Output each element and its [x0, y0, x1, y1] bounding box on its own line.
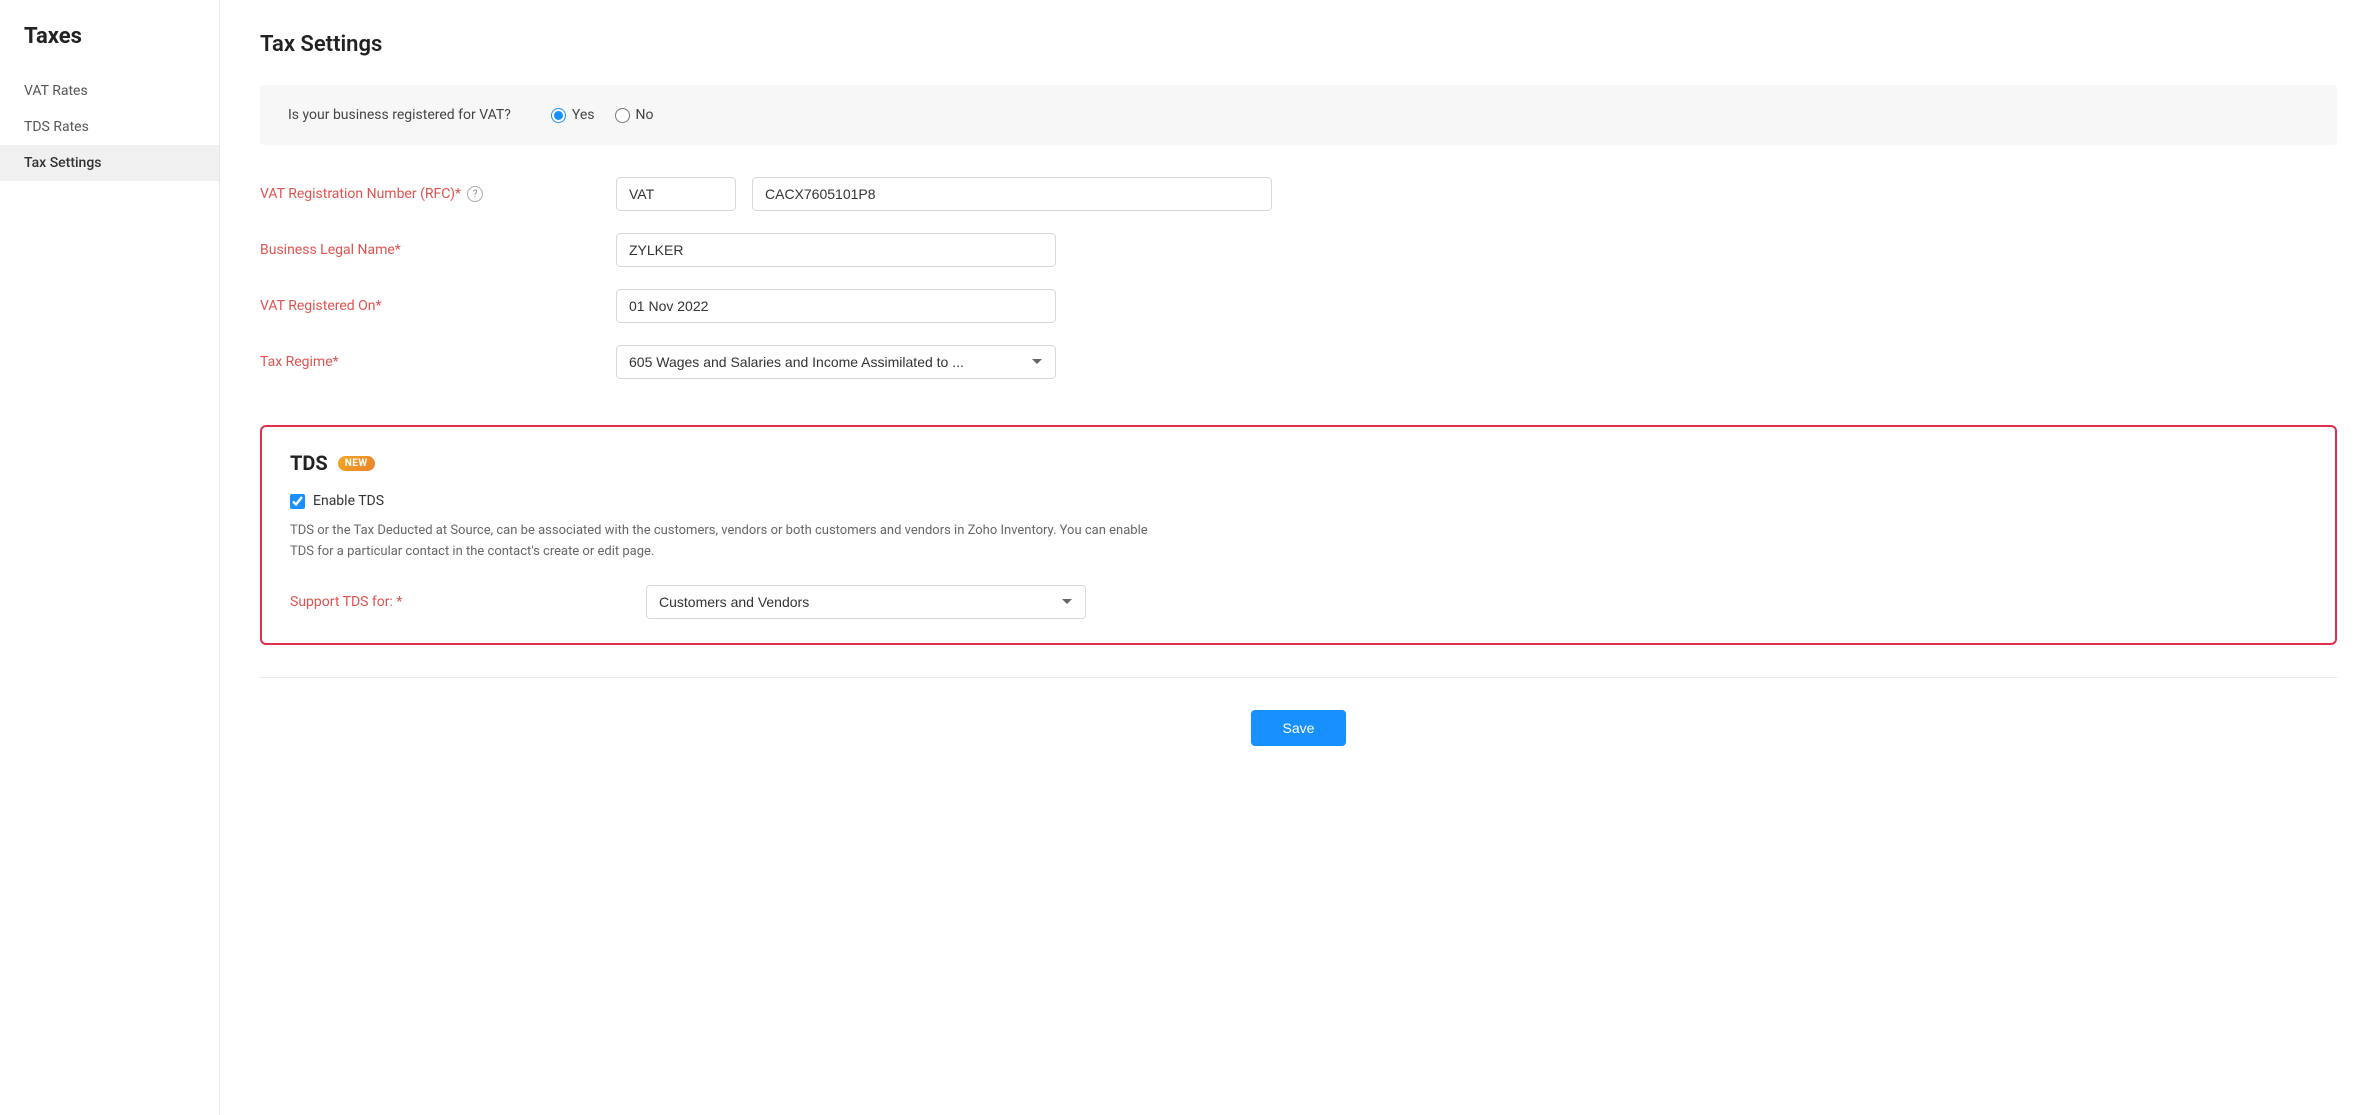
vat-yes-label: Yes [572, 107, 595, 123]
vat-number-input[interactable] [752, 177, 1272, 211]
business-legal-name-label: Business Legal Name* [260, 242, 600, 258]
tax-regime-row: Tax Regime* 605 Wages and Salaries and I… [260, 345, 2337, 379]
divider [260, 677, 2337, 678]
support-tds-select[interactable]: Customers and Vendors [646, 585, 1086, 619]
save-row: Save [260, 710, 2337, 746]
sidebar-item-tds-rates[interactable]: TDS Rates [0, 109, 219, 145]
business-legal-name-row: Business Legal Name* [260, 233, 2337, 267]
vat-registered-question: Is your business registered for VAT? [288, 107, 511, 123]
vat-radio-group: Yes No [551, 107, 654, 123]
main-content: Tax Settings Is your business registered… [220, 0, 2377, 1115]
enable-tds-checkbox[interactable] [290, 494, 305, 509]
tds-title: TDS [290, 451, 328, 475]
enable-tds-row: Enable TDS [290, 493, 2307, 509]
page-title: Tax Settings [260, 32, 2337, 57]
vat-registration-label: VAT Registration Number (RFC)* ? [260, 186, 600, 202]
vat-no-option[interactable]: No [615, 107, 654, 123]
tds-section: TDS NEW Enable TDS TDS or the Tax Deduct… [260, 425, 2337, 645]
vat-registered-on-label: VAT Registered On* [260, 298, 600, 314]
tds-header: TDS NEW [290, 451, 2307, 475]
sidebar-item-tax-settings[interactable]: Tax Settings [0, 145, 219, 181]
vat-yes-option[interactable]: Yes [551, 107, 595, 123]
vat-prefix-input[interactable] [616, 177, 736, 211]
sidebar-title: Taxes [0, 24, 219, 73]
sidebar-item-vat-rates[interactable]: VAT Rates [0, 73, 219, 109]
help-icon[interactable]: ? [467, 186, 483, 202]
sidebar: Taxes VAT Rates TDS Rates Tax Settings [0, 0, 220, 1115]
tax-regime-label: Tax Regime* [260, 354, 600, 370]
vat-registered-section: Is your business registered for VAT? Yes… [260, 85, 2337, 145]
support-tds-label: Support TDS for: * [290, 594, 630, 610]
vat-yes-radio[interactable] [551, 108, 566, 123]
vat-no-label: No [636, 107, 654, 123]
vat-registered-on-input[interactable] [616, 289, 1056, 323]
support-tds-row: Support TDS for: * Customers and Vendors [290, 585, 2307, 619]
vat-no-radio[interactable] [615, 108, 630, 123]
vat-registered-on-row: VAT Registered On* [260, 289, 2337, 323]
tax-regime-select[interactable]: 605 Wages and Salaries and Income Assimi… [616, 345, 1056, 379]
save-button[interactable]: Save [1251, 710, 1347, 746]
vat-registration-row: VAT Registration Number (RFC)* ? [260, 177, 2337, 211]
enable-tds-label[interactable]: Enable TDS [313, 493, 384, 509]
tds-description: TDS or the Tax Deducted at Source, can b… [290, 521, 1150, 563]
tds-new-badge: NEW [338, 456, 375, 471]
form-section: VAT Registration Number (RFC)* ? Busines… [260, 177, 2337, 425]
business-legal-name-input[interactable] [616, 233, 1056, 267]
